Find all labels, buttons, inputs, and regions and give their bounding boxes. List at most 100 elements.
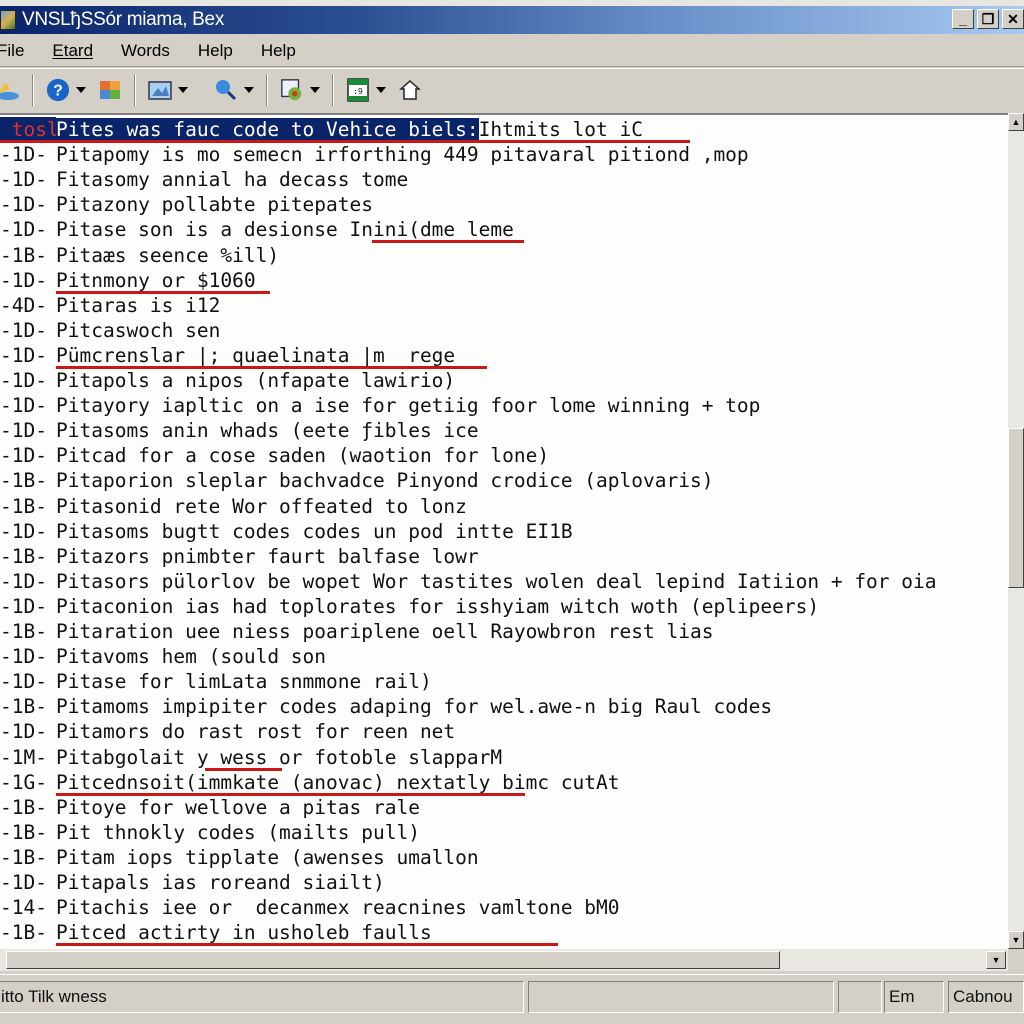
toolbar-separator	[32, 74, 34, 106]
text-line[interactable]: -1B- Pitaæs seence %ill)	[0, 243, 279, 268]
spelling-underline	[0, 140, 690, 143]
text-line[interactable]: -1B- Pitasonid rete Wor offeated to lonz	[0, 494, 467, 519]
scroll-right-button[interactable]: ▼	[986, 951, 1006, 969]
line-code: -1B-	[0, 243, 47, 267]
home-button[interactable]	[398, 74, 422, 106]
line-code: -1B-	[0, 620, 47, 643]
status-panel-empty	[528, 981, 834, 1013]
scroll-up-button[interactable]: ▲	[1008, 113, 1024, 131]
chevron-down-icon[interactable]	[376, 87, 386, 93]
text-line[interactable]: -1B- Pitam iops tipplate (awenses umallon	[0, 845, 479, 870]
text-line[interactable]: -1D- Pitapomy is mo semecn irforthing 449…	[0, 142, 749, 167]
line-text: Pitaration uee niess poariplene oell Ray…	[56, 620, 714, 643]
vertical-scrollbar[interactable]: ▲ ▼	[1008, 113, 1024, 949]
line-text: Pitasoms anin whads (eete ƒibles ice	[56, 419, 479, 443]
text-line[interactable]: -1D- Pitapals ias roreand siailt)	[0, 870, 385, 895]
horizontal-scroll-thumb[interactable]	[6, 951, 780, 969]
vertical-scroll-thumb[interactable]	[1008, 428, 1024, 588]
line-text: Pitapomy is mo semecn irforthing 449 pit…	[56, 143, 749, 167]
restore-button[interactable]: ❐	[977, 9, 999, 29]
line-text: Pitavoms hem (sould son	[56, 645, 327, 669]
text-line[interactable]: -1D- Fitasomy annial ha decass tome	[0, 167, 408, 192]
text-line[interactable]: -1B- Pit thnokly codes (mailts pull)	[0, 820, 420, 845]
line-code: -1D-	[0, 444, 47, 468]
office-icon	[98, 78, 122, 102]
folder-icon	[0, 78, 20, 102]
chevron-down-icon[interactable]	[244, 87, 254, 93]
text-line[interactable]: -1D- Pitapols a nipos (nfapate lawirio)	[0, 368, 455, 393]
line-code: -1B-	[0, 469, 47, 493]
text-line[interactable]: -1B- Pitoye for wellove a pitas rale	[0, 795, 420, 820]
line-code: -1D-	[0, 670, 47, 694]
line-code: -14-	[0, 896, 47, 920]
line-text: Pitcaswoch sen	[56, 318, 221, 342]
text-editor[interactable]: toslPites was fauc code to Vehice biels:…	[0, 113, 1008, 951]
text-line[interactable]: -1D- Pitase for limLata snmmone rail)	[0, 669, 432, 694]
line-text: Pitazony pollabte pitepates	[56, 193, 373, 217]
line-text: Pitaras is i12	[56, 293, 221, 317]
spelling-underline	[56, 290, 270, 294]
text-line[interactable]: -1D- Pitaconion ias had toplorates for is…	[0, 594, 819, 619]
close-button[interactable]: ✕	[1002, 9, 1024, 29]
line-code: -1D-	[0, 143, 47, 167]
chevron-down-icon[interactable]	[310, 87, 320, 93]
scroll-down-button[interactable]: ▼	[1008, 931, 1024, 949]
text-line[interactable]: -4D- Pitaras is i12	[0, 293, 220, 318]
minimize-button[interactable]: _	[952, 9, 974, 29]
search-button[interactable]	[214, 74, 254, 106]
line-code: -1D-	[0, 193, 47, 217]
line-code: -4D-	[0, 293, 47, 317]
toolbar-separator	[332, 74, 334, 106]
line-code: -1D-	[0, 218, 47, 242]
status-right: Cabnou	[948, 981, 1024, 1013]
svg-text::9: :9	[353, 87, 363, 96]
text-line[interactable]: -1M- Pitabgolait y wess or fotoble slappa…	[0, 745, 502, 770]
text-line[interactable]: -1D- Pitcaswoch sen	[0, 318, 220, 343]
text-line[interactable]: -1D- Pitazony pollabte pitepates	[0, 192, 373, 217]
text-line[interactable]: -1B- Pitaporion sleplar bachvadce Pinyond…	[0, 468, 713, 493]
menu-help[interactable]: Help	[198, 41, 233, 61]
line-text: Pitabgolait y wess or fotoble slapparM	[56, 745, 503, 769]
horizontal-scrollbar[interactable]: ▼	[0, 949, 1008, 971]
menu-etard[interactable]: Etard	[52, 41, 93, 61]
chevron-down-icon[interactable]	[178, 87, 188, 93]
text-line[interactable]: -1G- Pitcednsoit(immkate (anovac) nextatl…	[0, 770, 620, 795]
menu-words[interactable]: Words	[121, 41, 170, 61]
search-icon	[214, 78, 238, 102]
office-button[interactable]	[98, 74, 122, 106]
text-line[interactable]: -1B- Pitazors pnimbter faurt balfase lowr	[0, 544, 479, 569]
text-line[interactable]: -1B- Pitaration uee niess poariplene oell…	[0, 619, 713, 644]
text-line[interactable]: -1D- Pitasoms anin whads (eete ƒibles ice	[0, 418, 479, 443]
chevron-down-icon[interactable]	[76, 87, 86, 93]
calendar-button[interactable]: :9	[346, 74, 386, 106]
text-line[interactable]: -1D- Pitasors pülorlov be wopet Wor tasti…	[0, 569, 937, 594]
text-line[interactable]: -1D- Pitnmony or $1060	[0, 268, 256, 293]
text-line[interactable]: -1D- Pitayory iapltic on a ise for getiig…	[0, 393, 760, 418]
text-line[interactable]: -1D- Pümcrenslar |; quaelinata |m rege	[0, 343, 455, 368]
line-text: Pitazors pnimbter faurt balfase lowr	[56, 544, 479, 568]
text-line[interactable]: -1D- Pitamors do rast rost for reen net	[0, 719, 455, 744]
picture-button[interactable]	[148, 74, 188, 106]
menu-file[interactable]: File	[0, 41, 24, 61]
text-line[interactable]: -1D- Pitasoms bugtt codes codes un pod in…	[0, 519, 573, 544]
line-text: Pitase son is a desionse Inini(dme leme	[56, 218, 514, 242]
toolbar-separator	[266, 74, 268, 106]
line-text-unselected: Ihtmits lot iC	[478, 118, 644, 141]
text-line[interactable]: -1B- Pitced actirty in usholeb faulls	[0, 920, 432, 945]
line-text: Pitaconion ias had toplorates for isshyi…	[56, 594, 820, 618]
line-text: Pitced actirty in usholeb faulls	[56, 921, 432, 945]
text-line[interactable]: -1D- Pitavoms hem (sould son	[0, 644, 326, 669]
line-text: Pit thnokly codes (mailts pull)	[56, 820, 420, 844]
line-code: -1D-	[0, 168, 47, 192]
line-code: -1M-	[0, 745, 47, 769]
text-line[interactable]: -1B- Pitamoms impipiter codes adaping for…	[0, 694, 772, 719]
document-settings-button[interactable]	[280, 74, 320, 106]
help-button[interactable]: ?	[46, 74, 86, 106]
text-line[interactable]: -1D- Pitase son is a desionse Inini(dme l…	[0, 217, 514, 242]
open-folder-button[interactable]	[0, 74, 20, 106]
title-bar: VNSLђSSór miama, Bex _ ❐ ✕	[0, 6, 1024, 34]
text-line[interactable]: -1D- Pitcad for a cose saden (waotion for…	[0, 443, 549, 468]
menu-help-2[interactable]: Help	[261, 41, 296, 61]
text-line[interactable]: -14- Pitachis iee or decanmex reacnines v…	[0, 895, 620, 920]
selected-line[interactable]: toslPites was fauc code to Vehice biels:…	[0, 117, 643, 142]
